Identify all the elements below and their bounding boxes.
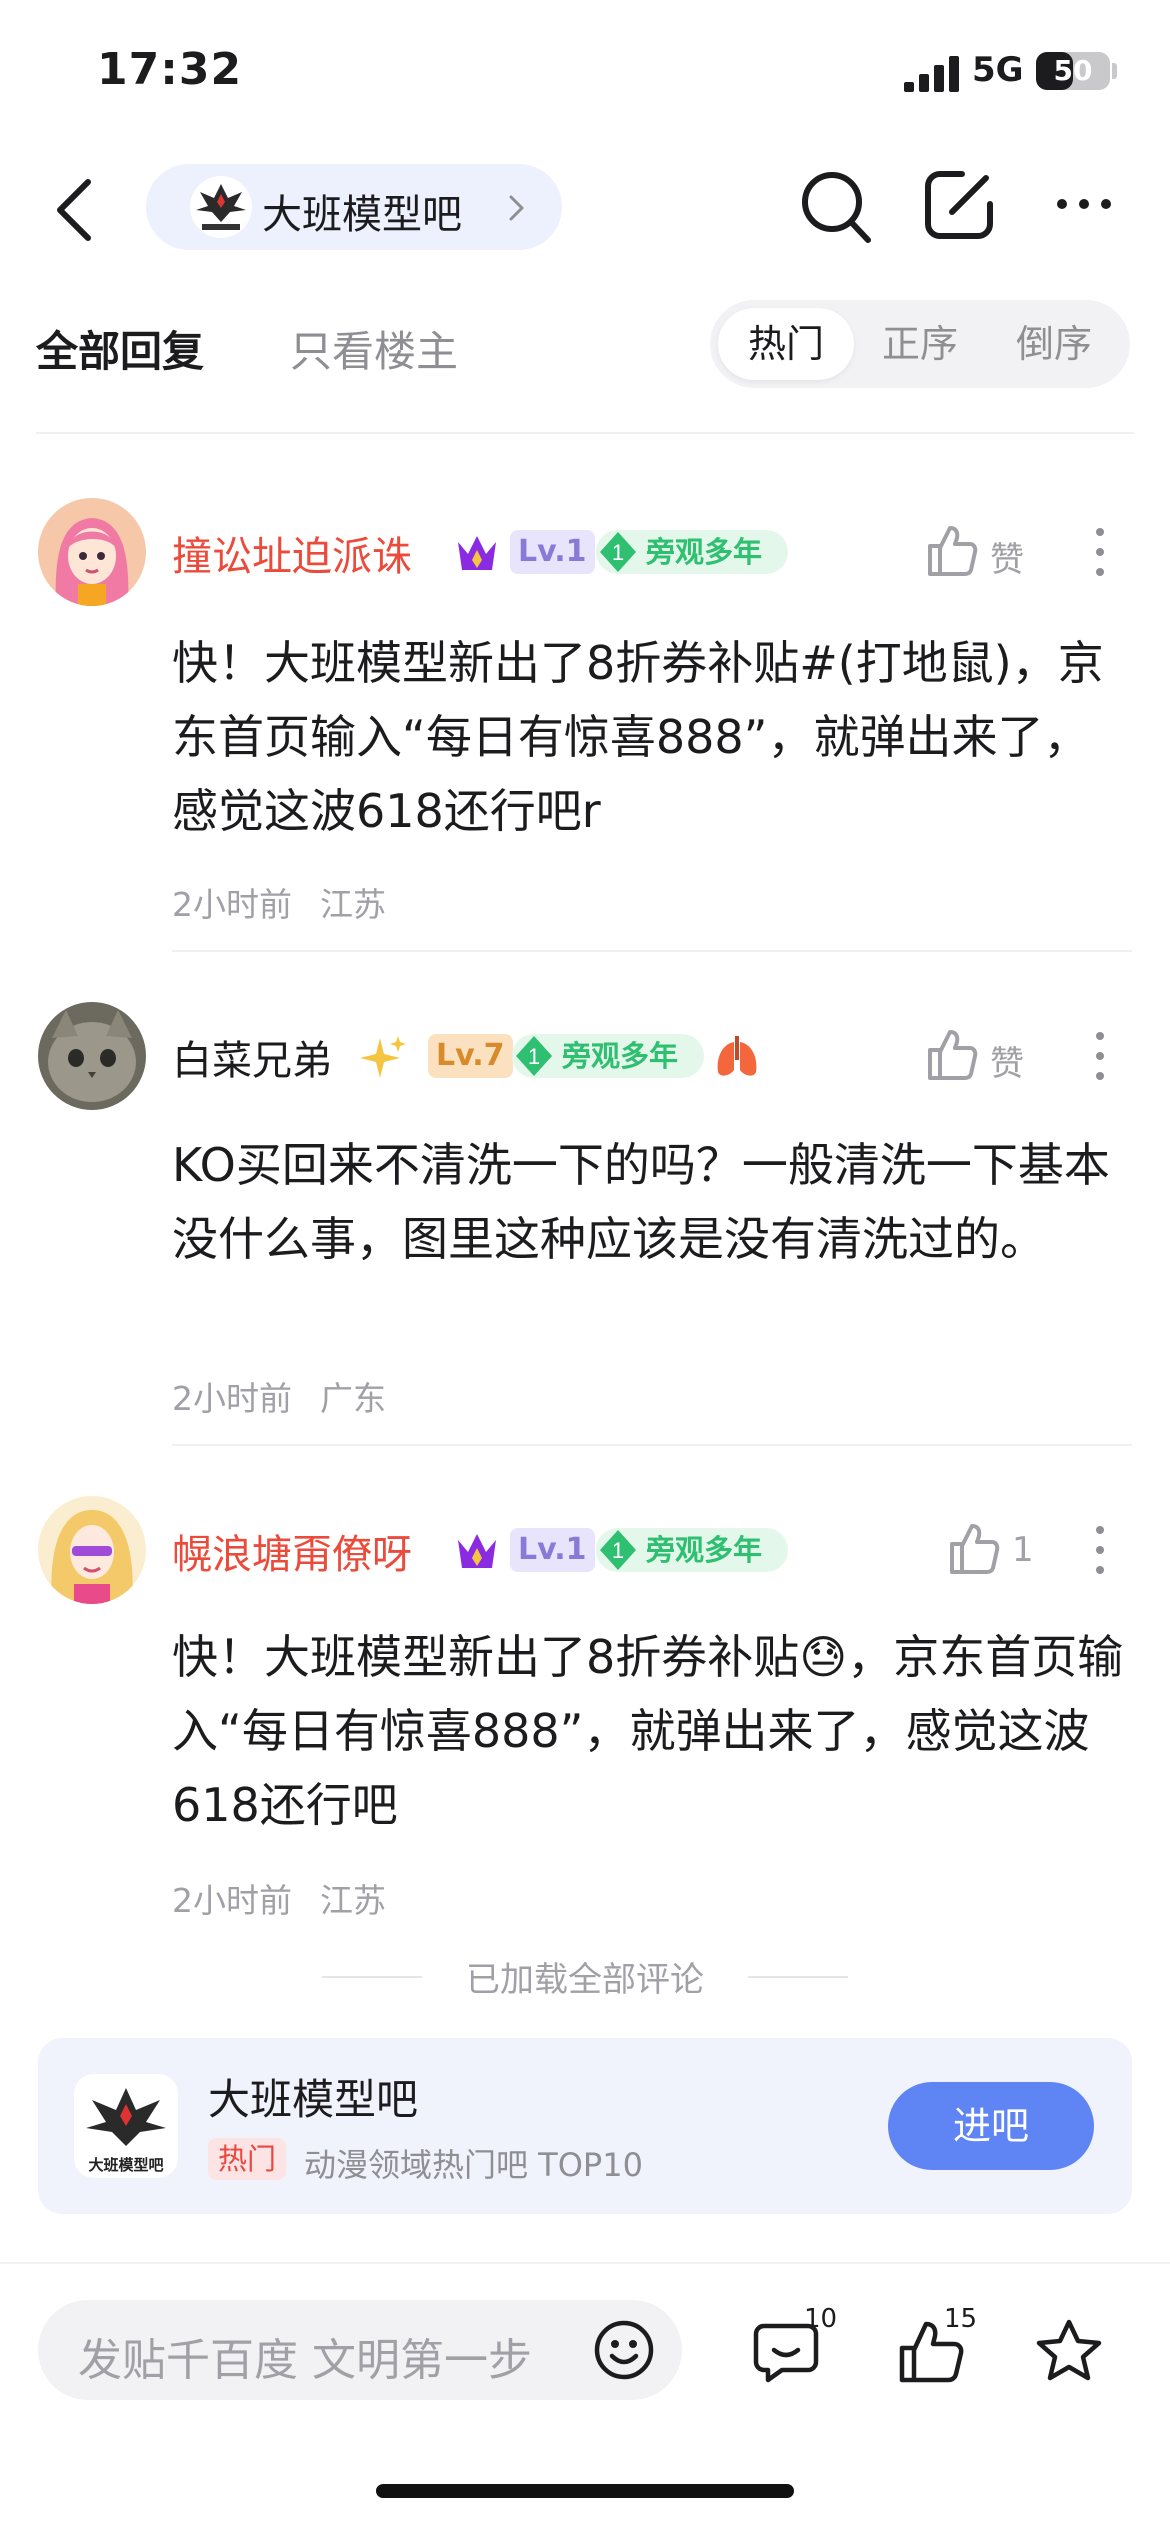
nav-bar: 大班模型吧 xyxy=(0,150,1170,270)
sort-hot[interactable]: 热门 xyxy=(718,308,854,380)
forum-card-name: 大班模型吧 xyxy=(208,2075,419,2124)
like-count: 15 xyxy=(944,2304,978,2334)
sort-descending[interactable]: 倒序 xyxy=(986,308,1122,380)
forum-pill[interactable]: 大班模型吧 xyxy=(146,164,562,250)
reply-input[interactable]: 发贴千百度 文明第一步 xyxy=(38,2300,682,2400)
comment-content: KO买回来不清洗一下的吗？一般清洗一下基本没什么事，图里这种应该是没有清洗过的。 xyxy=(172,1138,1110,1266)
compose-icon[interactable] xyxy=(922,166,996,242)
tab-only-op[interactable]: 只看楼主 xyxy=(290,318,458,379)
hot-badge: 热门 xyxy=(208,2138,287,2180)
kebab-icon[interactable] xyxy=(1092,1030,1108,1082)
join-forum-button[interactable]: 进吧 xyxy=(888,2082,1094,2170)
level-badge: Lv.1 xyxy=(510,530,595,574)
crown-icon xyxy=(458,1534,496,1568)
comment-location: 广东 xyxy=(320,1379,386,1418)
avatar-image xyxy=(38,498,146,606)
forum-card[interactable]: 大班模型吧 大班模型吧 热门 动漫领域热门吧 TOP10 进吧 xyxy=(38,2038,1132,2214)
comment-item: 幌浪塘甭僚呀 Lv.1 1 旁观多年 1 快！大班模型新出了8折券补贴😓，京东首… xyxy=(0,1496,1170,1926)
comment-meta: 2小时前 广东 xyxy=(172,1372,414,1420)
level-badge: Lv.7 xyxy=(428,1034,513,1078)
tag-text: 旁观多年 xyxy=(646,1533,763,1567)
user-tag: 1 旁观多年 xyxy=(596,530,788,574)
forum-name: 大班模型吧 xyxy=(262,192,462,238)
sort-ascending[interactable]: 正序 xyxy=(852,308,988,380)
forum-logo xyxy=(190,176,252,238)
tag-text: 旁观多年 xyxy=(562,1039,679,1073)
comment-meta: 2小时前 江苏 xyxy=(172,1874,414,1922)
network-label: 5G xyxy=(972,50,1024,90)
like-label: 赞 xyxy=(990,1044,1024,1084)
sort-switch: 热门 正序 倒序 xyxy=(710,300,1130,388)
avatar-image xyxy=(38,1496,146,1604)
sparkle-icon xyxy=(360,1036,406,1078)
comment-item: 撞讼址迫派诛 Lv.1 1 旁观多年 赞 快！大班模型新出了8折券补贴#(打地鼠… xyxy=(0,498,1170,952)
back-icon[interactable] xyxy=(50,176,100,244)
crown-icon xyxy=(458,536,496,570)
username[interactable]: 撞讼址迫派诛 xyxy=(172,524,412,582)
comment-item: 白菜兄弟 Lv.7 1 旁观多年 赞 KO买回来不清洗一下的吗？一般清洗一下基本… xyxy=(0,1002,1170,1446)
comment-count: 10 xyxy=(804,2304,838,2334)
kebab-icon[interactable] xyxy=(1092,526,1108,578)
divider xyxy=(172,950,1132,952)
avatar[interactable] xyxy=(38,1496,146,1604)
thumbs-up-icon xyxy=(928,1030,978,1080)
more-icon[interactable] xyxy=(1054,192,1114,216)
search-icon[interactable] xyxy=(798,168,874,248)
divider xyxy=(172,1444,1132,1446)
loaded-all-text: 已加载全部评论 xyxy=(466,1960,704,2000)
gundam-logo-icon xyxy=(196,184,246,230)
tag-number: 1 xyxy=(528,1044,540,1069)
battery-indicator: 50 xyxy=(1036,52,1110,90)
avatar-image xyxy=(38,1002,146,1110)
comment-location: 江苏 xyxy=(320,1881,386,1920)
like-button[interactable]: 1 xyxy=(948,1520,1058,1580)
tag-number: 1 xyxy=(612,540,624,565)
forum-card-logo: 大班模型吧 xyxy=(74,2074,178,2178)
like-button[interactable]: 赞 xyxy=(926,1026,1066,1086)
star-icon[interactable] xyxy=(1034,2316,1104,2386)
thumbs-up-icon xyxy=(928,526,978,576)
tag-number: 1 xyxy=(612,1538,624,1563)
tag-gem-icon: 1 xyxy=(600,1530,636,1570)
like-button[interactable]: 赞 xyxy=(926,522,1066,582)
avatar[interactable] xyxy=(38,1002,146,1110)
comment-time: 2小时前 xyxy=(172,885,292,924)
comment-time: 2小时前 xyxy=(172,1379,292,1418)
battery-level: 50 xyxy=(1053,54,1093,87)
forum-rank: 动漫领域热门吧 TOP10 xyxy=(304,2146,643,2184)
user-tag: 1 旁观多年 xyxy=(512,1034,704,1078)
level-badge: Lv.1 xyxy=(510,1528,595,1572)
like-label: 赞 xyxy=(990,540,1024,580)
emoji-icon[interactable] xyxy=(592,2318,656,2382)
comment-meta: 2小时前 江苏 xyxy=(172,878,414,926)
status-time: 17:32 xyxy=(97,44,243,95)
reply-placeholder: 发贴千百度 文明第一步 xyxy=(78,2335,532,2386)
gundam-logo-icon: 大班模型吧 xyxy=(86,2088,166,2174)
tag-gem-icon: 1 xyxy=(516,1036,552,1076)
loaded-all-notice: 已加载全部评论 xyxy=(0,1952,1170,2002)
user-tag: 1 旁观多年 xyxy=(596,1528,788,1572)
tab-all-replies[interactable]: 全部回复 xyxy=(36,318,204,379)
comment-location: 江苏 xyxy=(320,885,386,924)
signal-icon xyxy=(904,56,959,92)
comment-time: 2小时前 xyxy=(172,1881,292,1920)
tag-gem-icon: 1 xyxy=(600,532,636,572)
tag-text: 旁观多年 xyxy=(646,535,763,569)
like-count: 1 xyxy=(1012,1530,1034,1570)
thumbs-up-icon xyxy=(950,1524,1000,1574)
logo-text: 大班模型吧 xyxy=(88,2156,163,2174)
comment-content: 快！大班模型新出了8折券补贴😓，京东首页输入“每日有惊喜888”，就弹出来了，感… xyxy=(172,1630,1124,1832)
reply-tabs: 全部回复 只看楼主 热门 正序 倒序 xyxy=(0,290,1170,410)
username[interactable]: 幌浪塘甭僚呀 xyxy=(172,1522,412,1580)
status-bar: 17:32 5G 50 xyxy=(0,0,1170,140)
battery-cap xyxy=(1112,63,1117,79)
chevron-right-icon xyxy=(509,195,524,221)
divider xyxy=(36,432,1134,434)
home-indicator xyxy=(376,2484,794,2498)
avatar[interactable] xyxy=(38,498,146,606)
kebab-icon[interactable] xyxy=(1092,1524,1108,1576)
lungs-icon xyxy=(717,1036,757,1076)
comment-content: 快！大班模型新出了8折券补贴#(打地鼠)，京东首页输入“每日有惊喜888”，就弹… xyxy=(172,636,1104,838)
username[interactable]: 白菜兄弟 xyxy=(172,1028,332,1086)
